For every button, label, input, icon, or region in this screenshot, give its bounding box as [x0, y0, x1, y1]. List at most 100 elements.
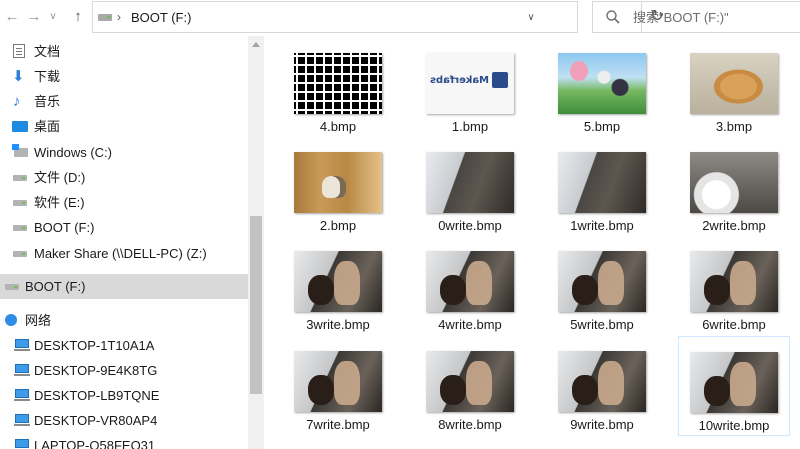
sidebar-item-label: 文档: [34, 44, 61, 59]
file-thumbnail: [558, 53, 646, 114]
file-name: 4.bmp: [319, 119, 357, 134]
sidebar-item-label: 文件 (D:): [34, 170, 86, 185]
file-item[interactable]: 8write.bmp: [412, 336, 528, 434]
file-item[interactable]: 4.bmp: [280, 38, 396, 136]
up-arrow-icon[interactable]: ↑: [68, 6, 88, 28]
sidebar-scrollbar[interactable]: [248, 36, 264, 449]
drive-icon: [13, 200, 27, 206]
sidebar-item-drive-f[interactable]: BOOT (F:): [0, 215, 248, 240]
sidebar-item-label: 桌面: [34, 119, 61, 134]
file-item[interactable]: 9write.bmp: [544, 336, 660, 434]
sidebar-item-drive-z[interactable]: Maker Share (\\DELL-PC) (Z:): [0, 241, 248, 266]
sidebar-item-label: BOOT (F:): [34, 220, 95, 235]
sidebar-item-drive-e[interactable]: 软件 (E:): [0, 190, 248, 215]
desktop-icon: [12, 121, 28, 132]
file-item[interactable]: 0write.bmp: [412, 137, 528, 235]
search-input[interactable]: [633, 7, 793, 27]
breadcrumb-current[interactable]: BOOT (F:): [131, 8, 191, 28]
sidebar-item-desktop[interactable]: 桌面: [0, 114, 248, 139]
file-name: 3.bmp: [715, 119, 753, 134]
computer-icon: [14, 414, 30, 426]
file-item[interactable]: Makerfabs 1.bmp: [412, 38, 528, 136]
file-thumbnail: [690, 251, 778, 312]
sidebar-item-computer[interactable]: DESKTOP-VR80AP4: [0, 408, 248, 433]
sidebar-item-label: 音乐: [34, 94, 61, 109]
file-thumbnail: [426, 251, 514, 312]
file-name: 5.bmp: [583, 119, 621, 134]
drive-icon: [13, 175, 27, 181]
address-dropdown-icon[interactable]: ∨: [523, 8, 539, 28]
drive-icon: [5, 284, 19, 290]
file-name: 2write.bmp: [702, 218, 766, 233]
file-item[interactable]: 3write.bmp: [280, 236, 396, 334]
sidebar-item-label: LAPTOP-Q58FEO31: [34, 438, 156, 449]
file-thumbnail: [426, 351, 514, 412]
file-name: 5write.bmp: [570, 317, 634, 332]
sidebar-item-label: DESKTOP-9E4K8TG: [34, 363, 158, 378]
computer-icon: [15, 439, 29, 448]
sidebar-item-label: DESKTOP-LB9TQNE: [34, 388, 160, 403]
sidebar-item-label: 网络: [25, 313, 52, 328]
sidebar-item-label: BOOT (F:): [25, 279, 86, 294]
file-name: 3write.bmp: [306, 317, 370, 332]
scrollbar-thumb[interactable]: [250, 216, 262, 394]
file-item[interactable]: 3.bmp: [676, 38, 792, 136]
scroll-up-arrow-icon[interactable]: [252, 42, 260, 47]
file-thumbnail: [558, 152, 646, 213]
breadcrumb-chevron-icon[interactable]: ›: [117, 7, 121, 27]
file-item[interactable]: 5.bmp: [544, 38, 660, 136]
file-name: 1write.bmp: [570, 218, 634, 233]
file-thumbnail: [558, 351, 646, 412]
sidebar-item-documents[interactable]: 文档: [0, 39, 248, 64]
sidebar-item-label: 下载: [34, 69, 61, 84]
sidebar-item-network[interactable]: 网络: [0, 308, 248, 333]
file-thumbnail: [690, 152, 778, 213]
toolbar: ← → ∨ ↑ › BOOT (F:) ∨ ↻: [0, 0, 800, 36]
file-item-selected[interactable]: 10write.bmp: [678, 336, 790, 436]
sidebar-item-boot-drive[interactable]: BOOT (F:): [0, 274, 248, 299]
file-name: 10write.bmp: [698, 418, 770, 433]
windows-drive-icon: [12, 144, 28, 157]
back-arrow-icon[interactable]: ←: [2, 6, 22, 28]
thumbnail-logo-text: Makerfabs: [430, 75, 490, 86]
file-item[interactable]: 6write.bmp: [676, 236, 792, 334]
file-view: 4.bmp Makerfabs 1.bmp 5.bmp 3.bmp 2.bmp …: [264, 36, 800, 449]
file-item[interactable]: 1write.bmp: [544, 137, 660, 235]
sidebar-item-drive-c[interactable]: Windows (C:): [0, 140, 248, 165]
file-name: 6write.bmp: [702, 317, 766, 332]
sidebar-item-computer[interactable]: LAPTOP-Q58FEO31: [0, 433, 248, 449]
file-thumbnail: [294, 152, 382, 213]
file-item[interactable]: 7write.bmp: [280, 336, 396, 434]
file-thumbnail: [294, 351, 382, 412]
computer-icon: [14, 389, 30, 401]
file-name: 4write.bmp: [438, 317, 502, 332]
sidebar-item-label: DESKTOP-VR80AP4: [34, 413, 158, 428]
sidebar-item-computer[interactable]: DESKTOP-1T10A1A: [0, 333, 248, 358]
file-thumbnail: [294, 53, 382, 114]
file-item[interactable]: 2.bmp: [280, 137, 396, 235]
file-name: 2.bmp: [319, 218, 357, 233]
sidebar-item-computer[interactable]: DESKTOP-LB9TQNE: [0, 383, 248, 408]
file-name: 0write.bmp: [438, 218, 502, 233]
file-item[interactable]: 5write.bmp: [544, 236, 660, 334]
file-name: 1.bmp: [451, 119, 489, 134]
file-name: 9write.bmp: [570, 417, 634, 432]
sidebar-item-music[interactable]: ♪ 音乐: [0, 89, 248, 114]
document-icon: [13, 44, 25, 58]
sidebar-item-downloads[interactable]: ⬇ 下载: [0, 64, 248, 89]
search-icon: [606, 10, 620, 24]
network-icon: [4, 314, 18, 327]
file-thumbnail: Makerfabs: [426, 53, 514, 114]
file-thumbnail: [690, 53, 778, 114]
sidebar-item-drive-d[interactable]: 文件 (D:): [0, 165, 248, 190]
file-item[interactable]: 2write.bmp: [676, 137, 792, 235]
search-box[interactable]: [592, 1, 800, 33]
sidebar-item-computer[interactable]: DESKTOP-9E4K8TG: [0, 358, 248, 383]
recent-locations-chevron-icon[interactable]: ∨: [46, 6, 60, 28]
forward-arrow-icon[interactable]: →: [24, 6, 44, 28]
navigation-pane: 文档 ⬇ 下载 ♪ 音乐 桌面 Windows (C:) 文件 (D:) 软件 …: [0, 36, 264, 449]
sidebar-item-label: DESKTOP-1T10A1A: [34, 338, 155, 353]
file-item[interactable]: 4write.bmp: [412, 236, 528, 334]
address-bar[interactable]: › BOOT (F:) ∨ ↻: [92, 1, 664, 33]
network-drive-icon: [13, 251, 27, 257]
